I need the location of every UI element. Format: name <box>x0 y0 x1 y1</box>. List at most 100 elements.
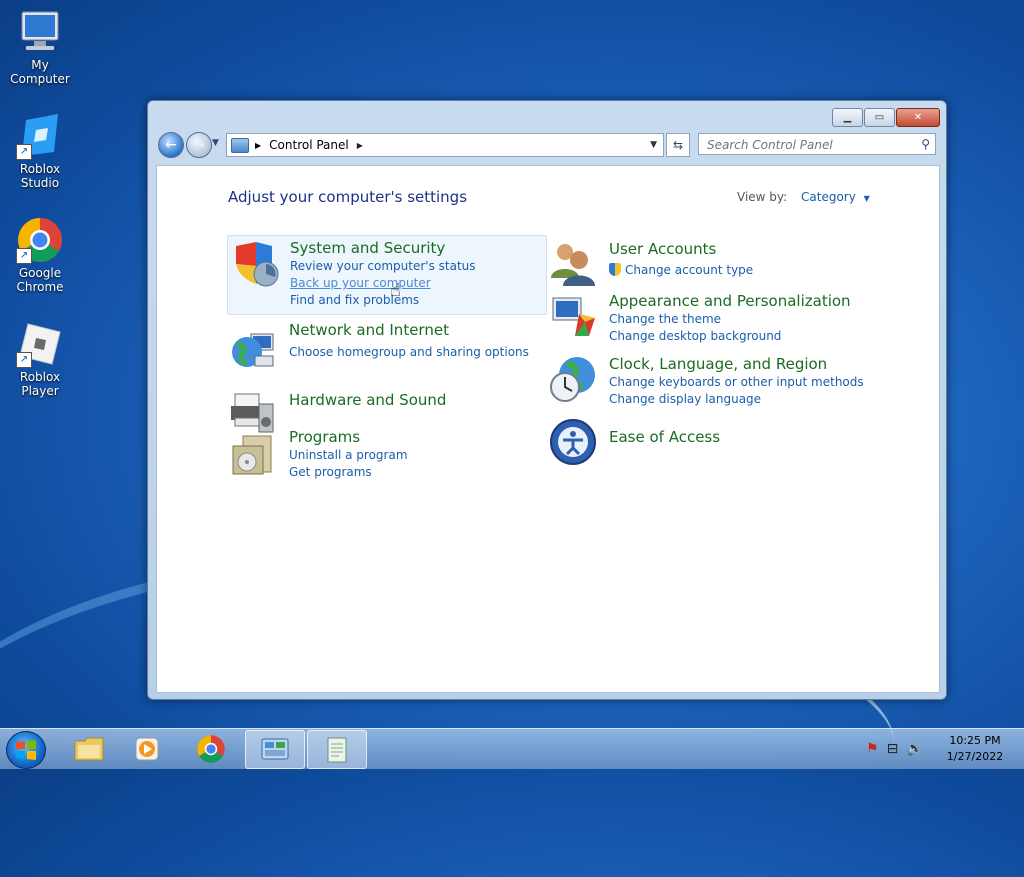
start-button[interactable] <box>6 731 46 769</box>
network-globe-icon <box>229 326 277 374</box>
search-icon[interactable]: ⚲ <box>921 137 930 151</box>
task-link[interactable]: Find and fix problems <box>290 292 476 309</box>
desktop-icon-label: Google Chrome <box>16 266 64 294</box>
category-user-accounts[interactable]: User Accounts Change account type <box>549 240 869 290</box>
category-title[interactable]: Appearance and Personalization <box>609 292 851 311</box>
view-by-label: View by: <box>737 190 788 204</box>
navigation-bar: ← → ▼ ▶ Control Panel ▶ ▼ ⇆ ⚲ <box>156 132 938 158</box>
category-programs[interactable]: Programs Uninstall a program Get program… <box>229 428 539 480</box>
control-panel-window: ▁ ▭ ✕ ← → ▼ ▶ Control Panel ▶ ▼ ⇆ ⚲ Adju… <box>147 100 947 700</box>
category-title[interactable]: System and Security <box>290 239 476 258</box>
minimize-icon: ▁ <box>843 112 852 123</box>
desktop-icon-roblox-studio[interactable]: ↗ Roblox Studio <box>0 112 80 190</box>
control-panel-icon <box>231 137 249 153</box>
volume-icon[interactable]: 🔈 <box>906 741 923 757</box>
taskbar-notepad[interactable] <box>307 730 367 769</box>
task-link[interactable]: Back up your computer <box>290 275 476 292</box>
clock-time: 10:25 PM <box>949 734 1001 747</box>
breadcrumb-control-panel[interactable]: Control Panel <box>269 138 349 152</box>
search-input[interactable] <box>705 135 915 155</box>
shield-icon <box>232 240 280 288</box>
address-bar[interactable]: ▶ Control Panel ▶ ▼ <box>226 133 664 157</box>
task-link[interactable]: Review your computer's status <box>290 258 476 275</box>
search-box: ⚲ <box>698 133 936 155</box>
desktop-icon-label: Roblox Player <box>19 370 61 398</box>
task-link[interactable]: Get programs <box>289 464 408 481</box>
category-title[interactable]: Hardware and Sound <box>289 391 446 410</box>
minimize-button[interactable]: ▁ <box>832 108 863 127</box>
desktop-icon-roblox-player[interactable]: ↗ Roblox Player <box>0 320 80 398</box>
desktop-icon-my-computer[interactable]: My Computer <box>0 8 80 86</box>
address-dropdown-icon[interactable]: ▼ <box>650 140 657 150</box>
task-link[interactable]: Change the theme <box>609 311 851 328</box>
category-ease-of-access[interactable]: Ease of Access <box>549 418 869 468</box>
refresh-button[interactable]: ⇆ <box>666 133 690 157</box>
recent-pages-dropdown[interactable]: ▼ <box>212 138 219 148</box>
desktop-icon-label: Roblox Studio <box>19 162 61 190</box>
action-center-flag-icon[interactable]: ⚑ <box>866 741 879 757</box>
windows-logo-icon <box>16 740 36 760</box>
system-tray: ⚑ ⊟ 🔈 <box>866 741 924 757</box>
chevron-down-icon[interactable]: ▼ <box>864 194 870 203</box>
maximize-button[interactable]: ▭ <box>864 108 895 127</box>
close-icon: ✕ <box>913 112 923 123</box>
breadcrumb-separator-icon[interactable]: ▶ <box>357 141 363 150</box>
task-link[interactable]: Change account type <box>609 262 753 279</box>
arrow-right-icon: → <box>193 137 205 153</box>
category-title[interactable]: Clock, Language, and Region <box>609 355 864 374</box>
task-link[interactable]: Uninstall a program <box>289 447 408 464</box>
taskbar-clock[interactable]: 10:25 PM 1/27/2022 <box>940 733 1010 765</box>
clock-globe-icon <box>549 355 597 403</box>
task-link[interactable]: Change display language <box>609 391 864 408</box>
control-panel-icon <box>261 738 289 759</box>
programs-box-icon <box>229 432 277 480</box>
close-button[interactable]: ✕ <box>896 108 940 127</box>
appearance-icon <box>549 292 597 340</box>
uac-shield-icon <box>609 263 621 276</box>
taskbar-chrome[interactable] <box>182 730 240 767</box>
category-title[interactable]: Programs <box>289 428 408 447</box>
taskbar: ⚑ ⊟ 🔈 10:25 PM 1/27/2022 <box>0 728 1024 769</box>
taskbar-media-player[interactable] <box>118 730 176 767</box>
desktop-icon-label: My Computer <box>10 58 70 86</box>
category-system-and-security[interactable]: System and Security Review your computer… <box>227 235 547 315</box>
task-link[interactable]: Choose homegroup and sharing options <box>289 344 529 361</box>
users-icon <box>549 240 597 288</box>
window-controls: ▁ ▭ ✕ <box>832 108 940 127</box>
chrome-icon: ↗ <box>16 216 64 264</box>
notepad-icon <box>327 737 347 762</box>
maximize-icon: ▭ <box>874 112 885 123</box>
task-link[interactable]: Change keyboards or other input methods <box>609 374 864 391</box>
desktop-icon-google-chrome[interactable]: ↗ Google Chrome <box>0 216 80 294</box>
category-network-and-internet[interactable]: Network and Internet Choose homegroup an… <box>229 321 539 376</box>
category-title[interactable]: Ease of Access <box>609 428 720 447</box>
category-appearance-and-personalization[interactable]: Appearance and Personalization Change th… <box>549 292 869 344</box>
shortcut-arrow-icon: ↗ <box>16 352 32 368</box>
ease-of-access-icon <box>549 418 597 466</box>
arrow-left-icon: ← <box>165 137 177 153</box>
shortcut-arrow-icon: ↗ <box>16 248 32 264</box>
clock-date: 1/27/2022 <box>946 750 1004 763</box>
page-title: Adjust your computer's settings <box>228 188 468 206</box>
content-pane: Adjust your computer's settings View by:… <box>156 165 940 693</box>
breadcrumb-separator-icon[interactable]: ▶ <box>255 141 261 150</box>
task-link-label[interactable]: Change account type <box>625 263 753 277</box>
back-button[interactable]: ← <box>158 132 184 158</box>
folder-icon <box>74 737 104 760</box>
roblox-studio-icon: ↗ <box>16 112 64 160</box>
chrome-icon <box>197 734 225 763</box>
media-player-icon <box>135 737 159 760</box>
forward-button[interactable]: → <box>186 132 212 158</box>
network-icon[interactable]: ⊟ <box>887 741 899 757</box>
roblox-player-icon: ↗ <box>16 320 64 368</box>
view-by-select[interactable]: Category <box>801 190 856 204</box>
category-title[interactable]: Network and Internet <box>289 321 529 340</box>
task-link[interactable]: Change desktop background <box>609 328 851 345</box>
category-clock-language-region[interactable]: Clock, Language, and Region Change keybo… <box>549 355 879 407</box>
view-by-control: View by: Category ▼ <box>737 190 870 204</box>
taskbar-control-panel[interactable] <box>245 730 305 769</box>
category-title[interactable]: User Accounts <box>609 240 753 259</box>
computer-icon <box>16 8 64 56</box>
taskbar-file-explorer[interactable] <box>60 730 118 767</box>
refresh-icon: ⇆ <box>672 138 684 152</box>
